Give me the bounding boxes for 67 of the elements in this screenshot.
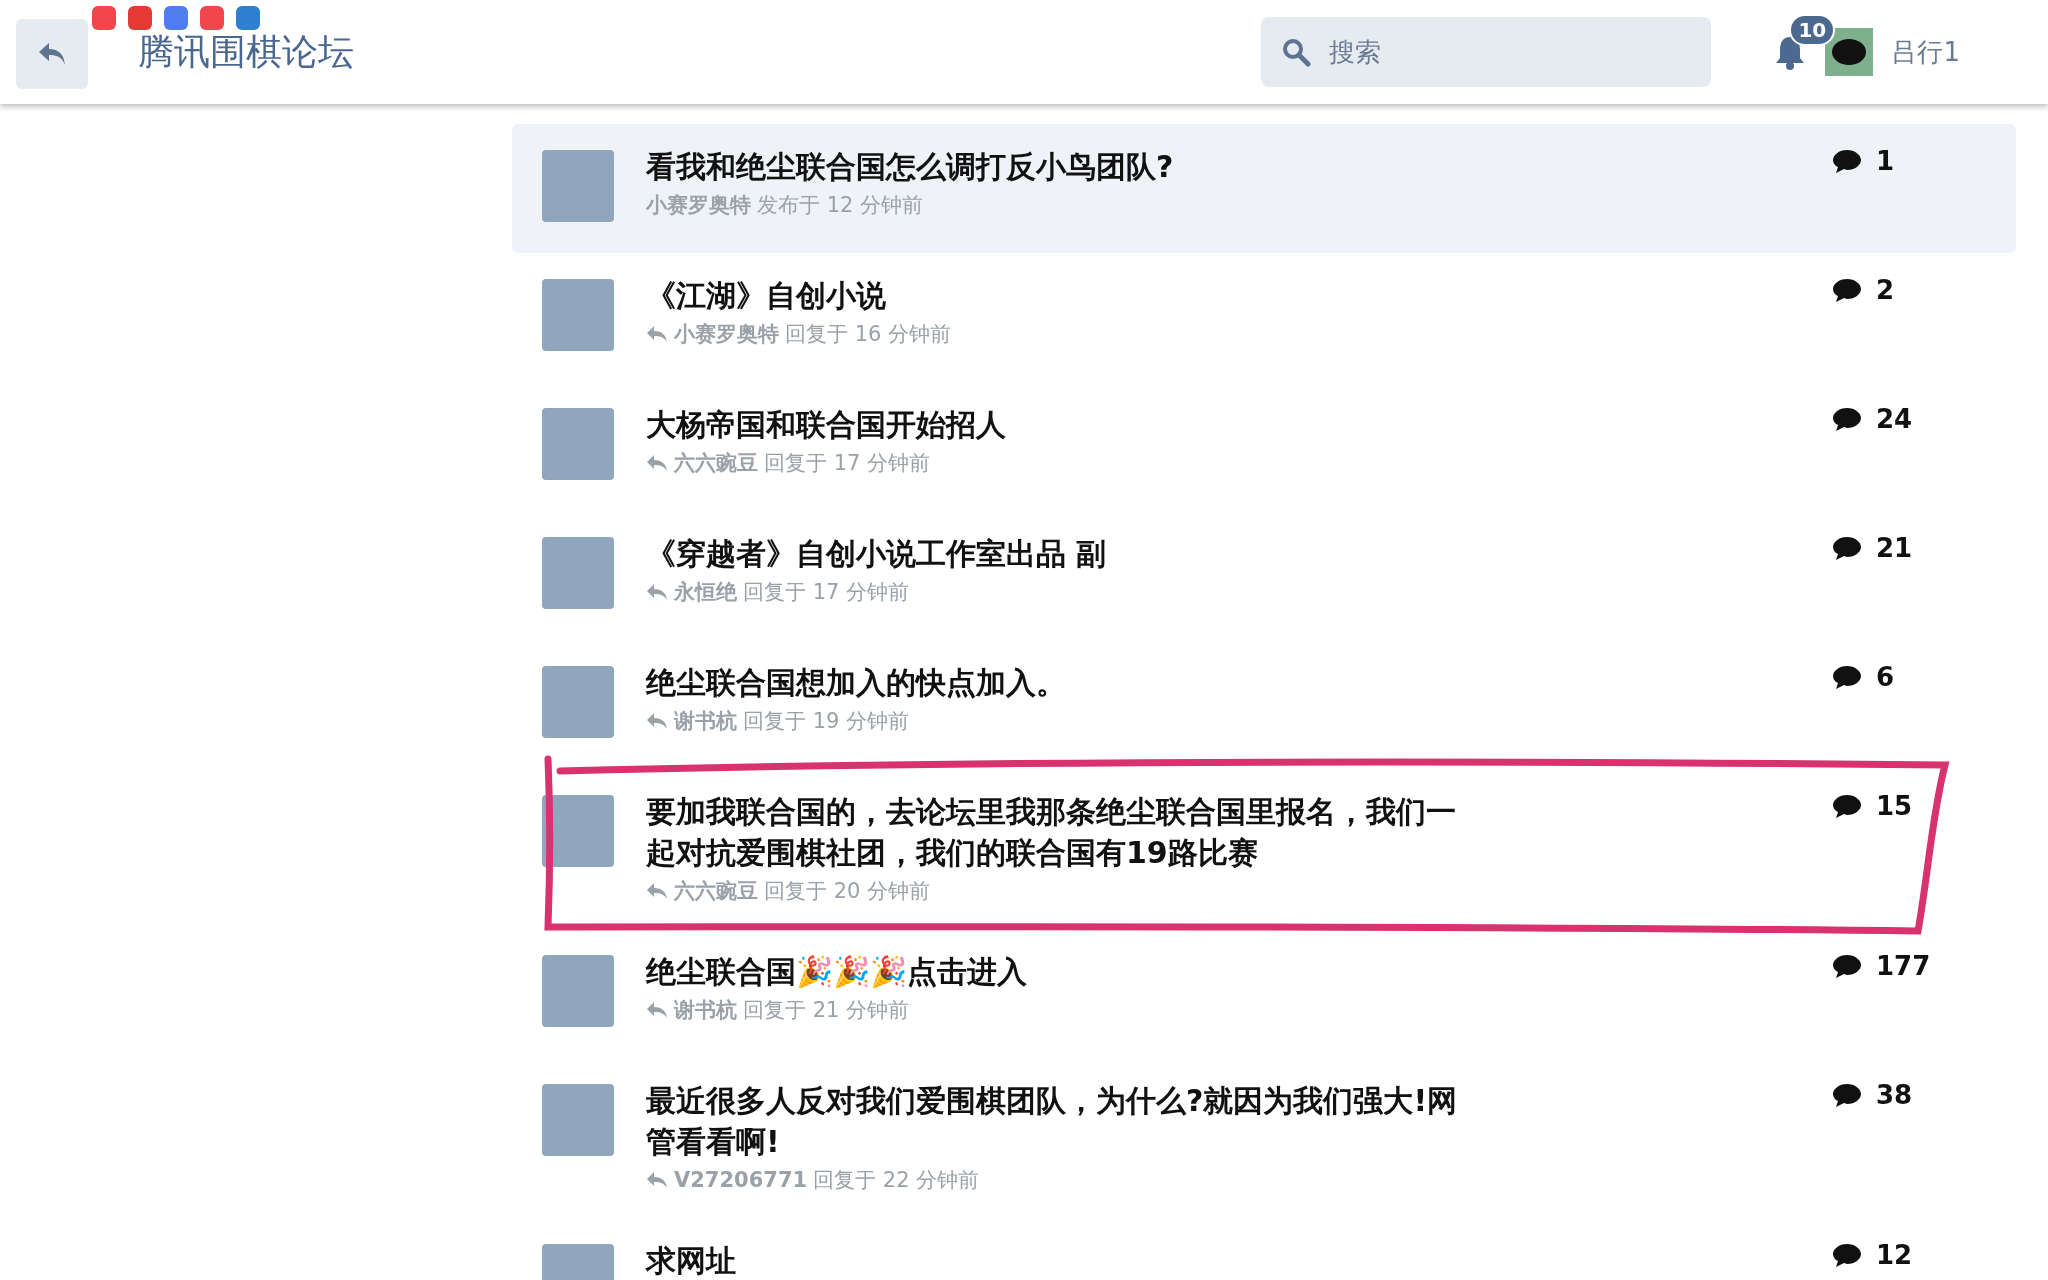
reply-count: 177 (1876, 951, 1931, 981)
topic-title[interactable]: 求网址 (646, 1240, 1476, 1280)
search-input[interactable]: 搜索 (1327, 36, 1692, 68)
post-time: 发布于 12 分钟前 (757, 192, 924, 219)
reply-count: 2 (1876, 275, 1895, 305)
post-time: 回复于 22 分钟前 (813, 1167, 980, 1194)
avatar-placeholder (542, 150, 614, 222)
topic-row[interactable]: 绝尘联合国想加入的快点加入。 谢书杭 回复于 19 分钟前 6 (512, 640, 2016, 769)
post-time: 回复于 16 分钟前 (785, 321, 952, 348)
comment-icon (1832, 406, 1862, 432)
topic-row[interactable]: 《穿越者》自创小说工作室出品 副 永恒绝 回复于 17 分钟前 21 (512, 511, 2016, 640)
topic-row[interactable]: 最近很多人反对我们爱围棋团队，为什么?就因为我们强大!网管看看啊! V27206771 回复于 22 分钟前 38 (512, 1058, 2016, 1218)
avatar-placeholder (542, 279, 614, 351)
topic-title[interactable]: 大杨帝国和联合国开始招人 (646, 404, 1476, 445)
reply-count: 38 (1876, 1080, 1913, 1110)
topic-title[interactable]: 绝尘联合国🎉🎉🎉点击进入 (646, 951, 1476, 992)
search-field[interactable]: 搜索 (1261, 17, 1712, 87)
comment-icon (1832, 148, 1862, 174)
topic-row[interactable]: 看我和绝尘联合国怎么调打反小鸟团队? 小赛罗奥特 发布于 12 分钟前 1 (512, 124, 2016, 253)
reply-count: 21 (1876, 533, 1913, 563)
notification-badge: 10 (1789, 14, 1836, 46)
reply-icon (646, 712, 668, 730)
topic-row[interactable]: 大杨帝国和联合国开始招人 六六豌豆 回复于 17 分钟前 24 (512, 382, 2016, 511)
reply-count: 1 (1876, 146, 1895, 176)
avatar-placeholder (542, 408, 614, 480)
topic-row[interactable]: 求网址 12 (512, 1218, 2016, 1280)
avatar-placeholder (542, 955, 614, 1027)
back-button[interactable] (16, 19, 88, 89)
topic-title[interactable]: 绝尘联合国想加入的快点加入。 (646, 662, 1476, 703)
post-time: 回复于 21 分钟前 (743, 997, 910, 1024)
comment-icon (1832, 277, 1862, 303)
topic-title[interactable]: 《穿越者》自创小说工作室出品 副 (646, 533, 1476, 574)
reply-count: 15 (1876, 791, 1913, 821)
avatar-placeholder (542, 666, 614, 738)
username[interactable]: 吕行1 (1891, 34, 1960, 70)
back-arrow-icon (37, 41, 67, 67)
post-time: 回复于 20 分钟前 (764, 878, 931, 905)
topic-title[interactable]: 《江湖》自创小说 (646, 275, 1476, 316)
post-time: 回复于 17 分钟前 (743, 579, 910, 606)
topic-title[interactable]: 最近很多人反对我们爱围棋团队，为什么?就因为我们强大!网管看看啊! (646, 1080, 1476, 1162)
forum-title: 腾讯围棋论坛 (138, 29, 354, 74)
comment-icon (1832, 1242, 1862, 1268)
comment-icon (1832, 1082, 1862, 1108)
topic-title[interactable]: 看我和绝尘联合国怎么调打反小鸟团队? (646, 146, 1476, 187)
reply-icon (646, 454, 668, 472)
post-time: 回复于 19 分钟前 (743, 708, 910, 735)
reply-icon (646, 1171, 668, 1189)
topic-row[interactable]: 要加我联合国的，去论坛里我那条绝尘联合国里报名，我们一起对抗爱围棋社团，我们的联合国有19路比赛 六六豌豆 回复于 20 分钟前 15 (512, 769, 2016, 929)
comment-icon (1832, 793, 1862, 819)
reply-count: 24 (1876, 404, 1913, 434)
reply-count: 12 (1876, 1240, 1913, 1270)
topic-row[interactable]: 《江湖》自创小说 小赛罗奥特 回复于 16 分钟前 2 (512, 253, 2016, 382)
reply-icon (646, 583, 668, 601)
comment-icon (1832, 953, 1862, 979)
post-time: 回复于 17 分钟前 (764, 450, 931, 477)
comment-icon (1832, 664, 1862, 690)
topic-row[interactable]: 绝尘联合国🎉🎉🎉点击进入 谢书杭 回复于 21 分钟前 177 (512, 929, 2016, 1058)
search-icon (1281, 37, 1312, 67)
reply-count: 6 (1876, 662, 1895, 692)
reply-icon (646, 882, 668, 900)
avatar-placeholder (542, 1084, 614, 1156)
reply-icon (646, 325, 668, 343)
avatar-placeholder (542, 537, 614, 609)
user-avatar[interactable] (1825, 28, 1874, 76)
comment-icon (1832, 535, 1862, 561)
topic-title[interactable]: 要加我联合国的，去论坛里我那条绝尘联合国里报名，我们一起对抗爱围棋社团，我们的联合国有19路比赛 (646, 791, 1476, 873)
reply-icon (646, 1001, 668, 1019)
